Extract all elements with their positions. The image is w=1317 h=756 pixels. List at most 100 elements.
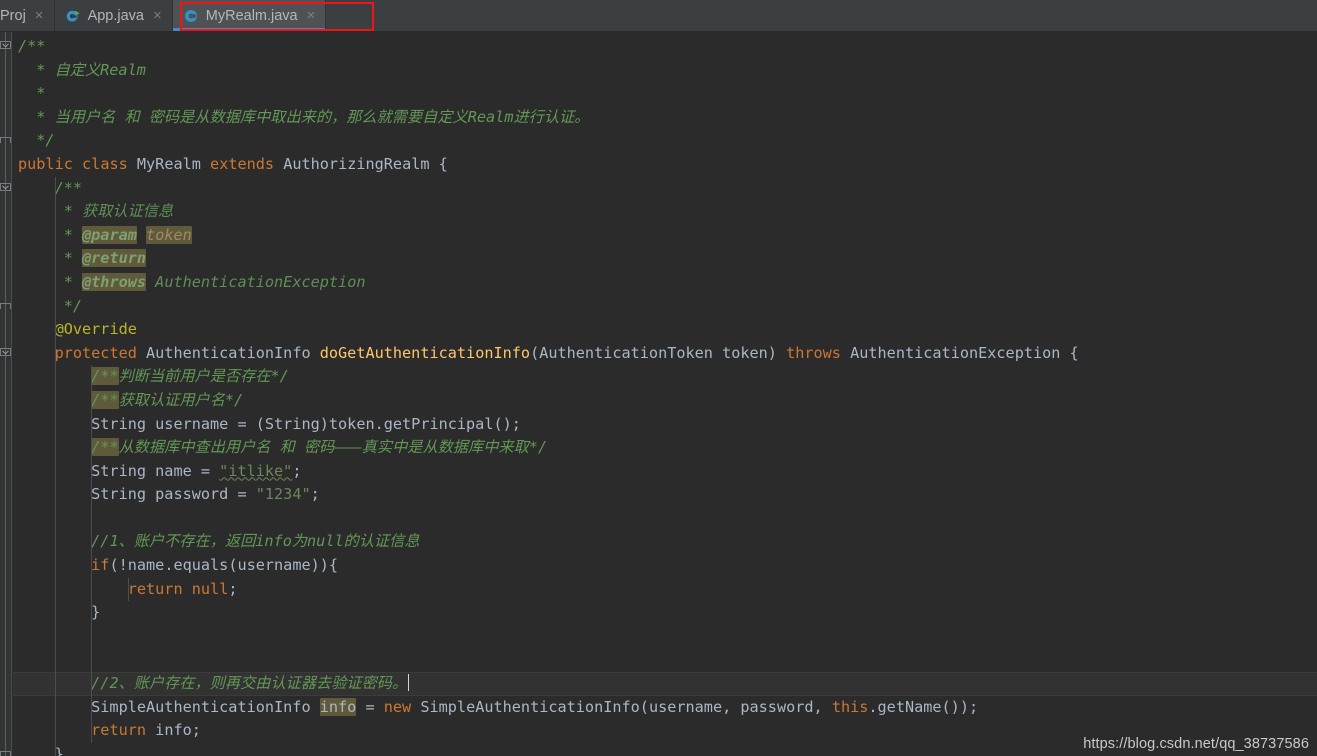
code-token: SimpleAuthenticationInfo [18, 697, 320, 716]
code-token: /** [18, 37, 46, 55]
code-token: //1、账户不存在，返回info为null的认证信息 [91, 532, 420, 551]
fold-expanded-icon[interactable] [0, 182, 11, 194]
code-token: } [18, 744, 64, 756]
code-token: 自定义Realm [54, 60, 146, 79]
code-line: return null; [13, 578, 1317, 602]
code-line: String name = "itlike"; [13, 460, 1317, 484]
code-line: */ [13, 129, 1317, 153]
code-token: AuthenticationException { [840, 343, 1079, 362]
code-token: 获取认证信息 [82, 202, 174, 221]
code-token: info; [146, 721, 201, 740]
code-token: * [18, 249, 83, 268]
code-line: */ [13, 295, 1317, 319]
code-token: doGetAuthenticationInfo [319, 343, 531, 362]
tab-label: MyRealm.java [205, 7, 298, 24]
code-token: 当用户名 和 密码是从数据库中取出来的，那么就需要自定义Realm进行认证。 [54, 107, 590, 126]
code-token: = [356, 697, 384, 716]
code-line: * @param token [13, 224, 1317, 248]
tab-label: App.java [87, 7, 144, 24]
code-token: .getName()); [868, 697, 979, 716]
code-token: throws [786, 343, 841, 362]
code-token: } [18, 603, 101, 622]
code-editor[interactable]: /** * 自定义Realm * * 当用户名 和 密码是从数据库中取出来的，那… [0, 32, 1317, 756]
code-content[interactable]: /** * 自定义Realm * * 当用户名 和 密码是从数据库中取出来的，那… [13, 32, 1317, 756]
indent-guide [91, 365, 93, 743]
code-token: public [18, 154, 73, 173]
code-token: @throws [82, 272, 147, 291]
java-class-icon [183, 8, 199, 24]
code-line: protected AuthenticationInfo doGetAuthen… [13, 342, 1317, 366]
code-token: @return [82, 249, 147, 268]
tab-label: Proj [0, 7, 26, 24]
tab-bar-empty-space [326, 0, 1317, 31]
code-token: if [91, 556, 110, 575]
code-line: @Override [13, 318, 1317, 342]
code-line: if(!name.equals(username)){ [13, 554, 1317, 578]
code-token: SimpleAuthenticationInfo(username, passw… [411, 697, 832, 716]
code-token: 从数据库中查出用户名 和 密码———真实中是从数据库中来取*/ [118, 438, 548, 457]
code-line: String username = (String)token.getPrinc… [13, 413, 1317, 437]
editor-gutter[interactable] [0, 32, 12, 756]
code-token: protected [54, 343, 137, 362]
code-token: /** [91, 438, 119, 457]
code-token: null [191, 579, 229, 598]
code-token: info [319, 697, 357, 716]
code-token: (AuthenticationToken token) [530, 343, 787, 362]
code-line: * 获取认证信息 [13, 200, 1317, 224]
code-token: * [18, 107, 55, 126]
code-line: /**从数据库中查出用户名 和 密码———真实中是从数据库中来取*/ [13, 436, 1317, 460]
code-token: * [18, 60, 55, 79]
code-line: /** [13, 177, 1317, 201]
code-token: extends [210, 154, 275, 173]
code-line: public class MyRealm extends Authorizing… [13, 153, 1317, 177]
code-line: * @return [13, 247, 1317, 271]
tab-myrealm-java[interactable]: MyRealm.java × [172, 0, 327, 31]
code-token: @param [82, 225, 137, 244]
code-token: return [91, 721, 147, 740]
java-class-runnable-icon [65, 8, 81, 24]
fold-end-icon[interactable] [0, 301, 11, 312]
code-token: 获取认证用户名*/ [118, 390, 244, 409]
code-token: * [18, 202, 83, 221]
code-line: * 当用户名 和 密码是从数据库中取出来的，那么就需要自定义Realm进行认证。 [13, 106, 1317, 130]
code-line: * 自定义Realm [13, 59, 1317, 83]
fold-end-icon[interactable] [0, 135, 11, 146]
code-token: * [18, 272, 83, 291]
close-icon[interactable]: × [305, 8, 316, 23]
code-line: /** [13, 35, 1317, 59]
code-token: */ [18, 296, 83, 315]
code-line: String password = "1234"; [13, 483, 1317, 507]
fold-expanded-icon[interactable] [0, 347, 11, 359]
code-line: /**判断当前用户是否存在*/ [13, 365, 1317, 389]
code-token: /** [91, 390, 119, 409]
code-line: //1、账户不存在，返回info为null的认证信息 [13, 530, 1317, 554]
code-line: * [13, 82, 1317, 106]
fold-expanded-icon[interactable] [0, 41, 11, 52]
close-icon[interactable]: × [151, 8, 162, 23]
code-token: */ [18, 131, 55, 150]
code-line: /**获取认证用户名*/ [13, 389, 1317, 413]
code-token: AuthenticationInfo [136, 343, 320, 362]
tab-proj[interactable]: Proj × [0, 0, 55, 31]
code-token: * [18, 84, 46, 103]
code-line: //2、账户存在，则再交由认证器去验证密码。 [13, 672, 1317, 696]
tab-app-java[interactable]: App.java × [54, 0, 173, 31]
close-icon[interactable]: × [33, 8, 44, 23]
code-token: class [82, 154, 128, 173]
code-token: this [831, 697, 869, 716]
code-line: * @throws AuthenticationException [13, 271, 1317, 295]
code-token: String name = [18, 461, 220, 480]
code-token: String username = (String)token.getPrinc… [18, 414, 521, 433]
code-token: AuthenticationException [146, 272, 366, 291]
code-token: * [18, 225, 83, 244]
code-token: "1234" [255, 485, 311, 504]
code-line: } [13, 601, 1317, 625]
